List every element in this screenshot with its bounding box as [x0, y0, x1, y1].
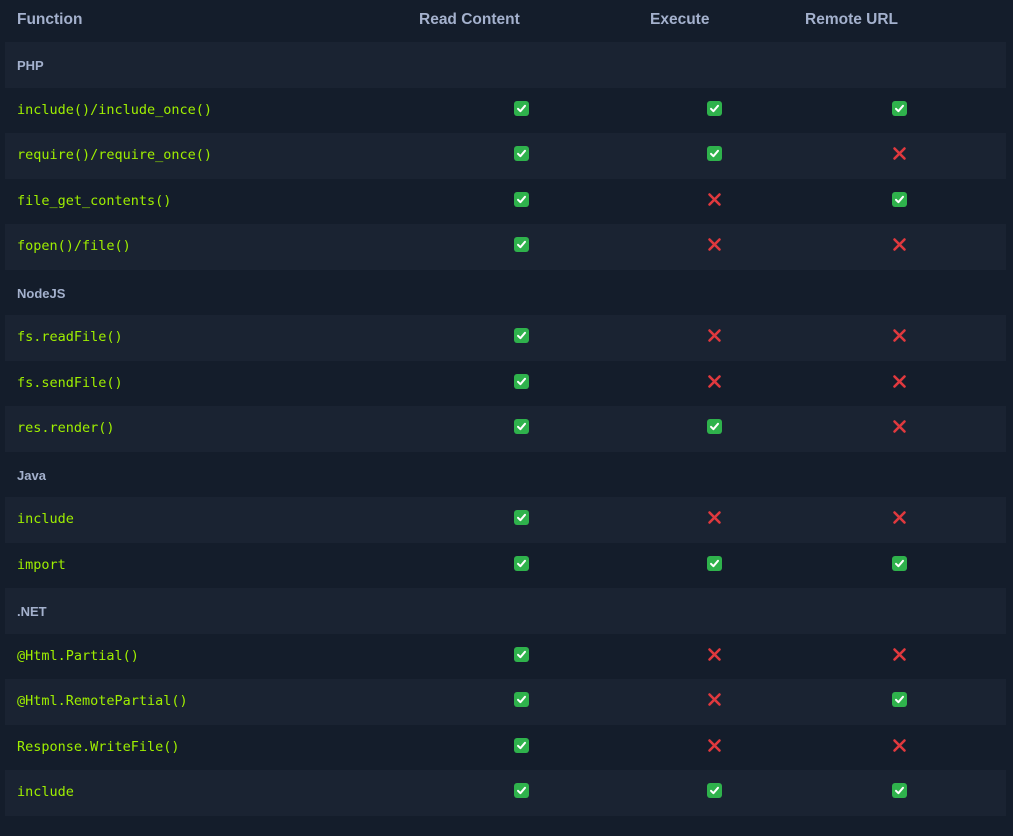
table-row: include — [5, 497, 1006, 543]
check-icon — [514, 419, 529, 434]
header-function: Function — [17, 11, 83, 28]
table-row: import — [5, 543, 1006, 589]
table-row: include — [5, 770, 1006, 816]
function-name: Response.WriteFile() — [17, 738, 180, 755]
check-icon — [514, 510, 529, 525]
cross-icon — [707, 192, 722, 207]
table-row: res.render() — [5, 406, 1006, 452]
check-icon — [514, 100, 529, 116]
check-icon — [514, 783, 529, 798]
section-label: PHP — [17, 58, 44, 73]
check-icon — [707, 419, 722, 434]
check-icon — [514, 373, 529, 389]
table-row: @Html.RemotePartial() — [5, 679, 1006, 725]
function-name: include — [17, 511, 74, 527]
function-name: fs.sendFile() — [17, 374, 123, 391]
check-icon — [892, 692, 907, 707]
header-remote-url: Remote URL — [805, 11, 899, 28]
function-name: @Html.Partial() — [17, 647, 139, 664]
section-row: .NET — [5, 588, 1006, 634]
table-body: PHP include()/include_once() require()/req… — [5, 42, 1006, 816]
check-icon — [514, 692, 529, 707]
section-row: Java — [5, 452, 1006, 498]
table-row: Response.WriteFile() — [5, 725, 1006, 771]
function-name: require()/require_once() — [17, 147, 213, 163]
cross-icon — [892, 647, 907, 662]
check-icon — [892, 191, 907, 207]
section-row: PHP — [5, 42, 1006, 88]
table-row: @Html.Partial() — [5, 634, 1006, 680]
header-execute: Execute — [650, 11, 710, 28]
section-row: NodeJS — [5, 270, 1006, 316]
cross-icon — [892, 237, 907, 252]
function-name: @Html.RemotePartial() — [17, 693, 188, 709]
cross-icon — [892, 146, 907, 161]
check-icon — [892, 555, 907, 571]
check-icon — [707, 146, 722, 161]
function-name: res.render() — [17, 420, 115, 436]
check-icon — [514, 328, 529, 343]
cross-icon — [707, 374, 722, 389]
section-label: NodeJS — [17, 285, 66, 301]
cross-icon — [892, 510, 907, 525]
check-icon — [892, 100, 907, 116]
cross-icon — [707, 738, 722, 753]
function-name: include()/include_once() — [17, 101, 213, 118]
table-row: fopen()/file() — [5, 224, 1006, 270]
check-icon — [892, 783, 907, 798]
cross-icon — [707, 647, 722, 662]
table-row: require()/require_once() — [5, 133, 1006, 179]
function-name: import — [17, 556, 66, 573]
cross-icon — [707, 328, 722, 343]
function-name: file_get_contents() — [17, 192, 172, 209]
check-icon — [514, 237, 529, 252]
check-icon — [707, 100, 722, 116]
check-icon — [514, 737, 529, 753]
cross-icon — [892, 328, 907, 343]
table-header: Function Read Content Execute Remote URL — [5, 0, 1006, 42]
function-name: fs.readFile() — [17, 329, 123, 345]
cross-icon — [892, 419, 907, 434]
cross-icon — [892, 738, 907, 753]
section-label: .NET — [17, 604, 47, 619]
check-icon — [514, 555, 529, 571]
check-icon — [707, 555, 722, 571]
check-icon — [514, 146, 529, 161]
table-row: fs.sendFile() — [5, 361, 1006, 407]
function-name: fopen()/file() — [17, 238, 131, 254]
cross-icon — [707, 510, 722, 525]
function-table: Function Read Content Execute Remote URL… — [5, 0, 1006, 816]
section-label: Java — [17, 467, 46, 483]
cross-icon — [707, 237, 722, 252]
cross-icon — [892, 374, 907, 389]
header-read-content: Read Content — [419, 11, 520, 28]
check-icon — [514, 646, 529, 662]
table-row: include()/include_once() — [5, 88, 1006, 134]
table-row: fs.readFile() — [5, 315, 1006, 361]
check-icon — [707, 783, 722, 798]
check-icon — [514, 191, 529, 207]
cross-icon — [707, 692, 722, 707]
function-name: include — [17, 784, 74, 800]
table-row: file_get_contents() — [5, 179, 1006, 225]
